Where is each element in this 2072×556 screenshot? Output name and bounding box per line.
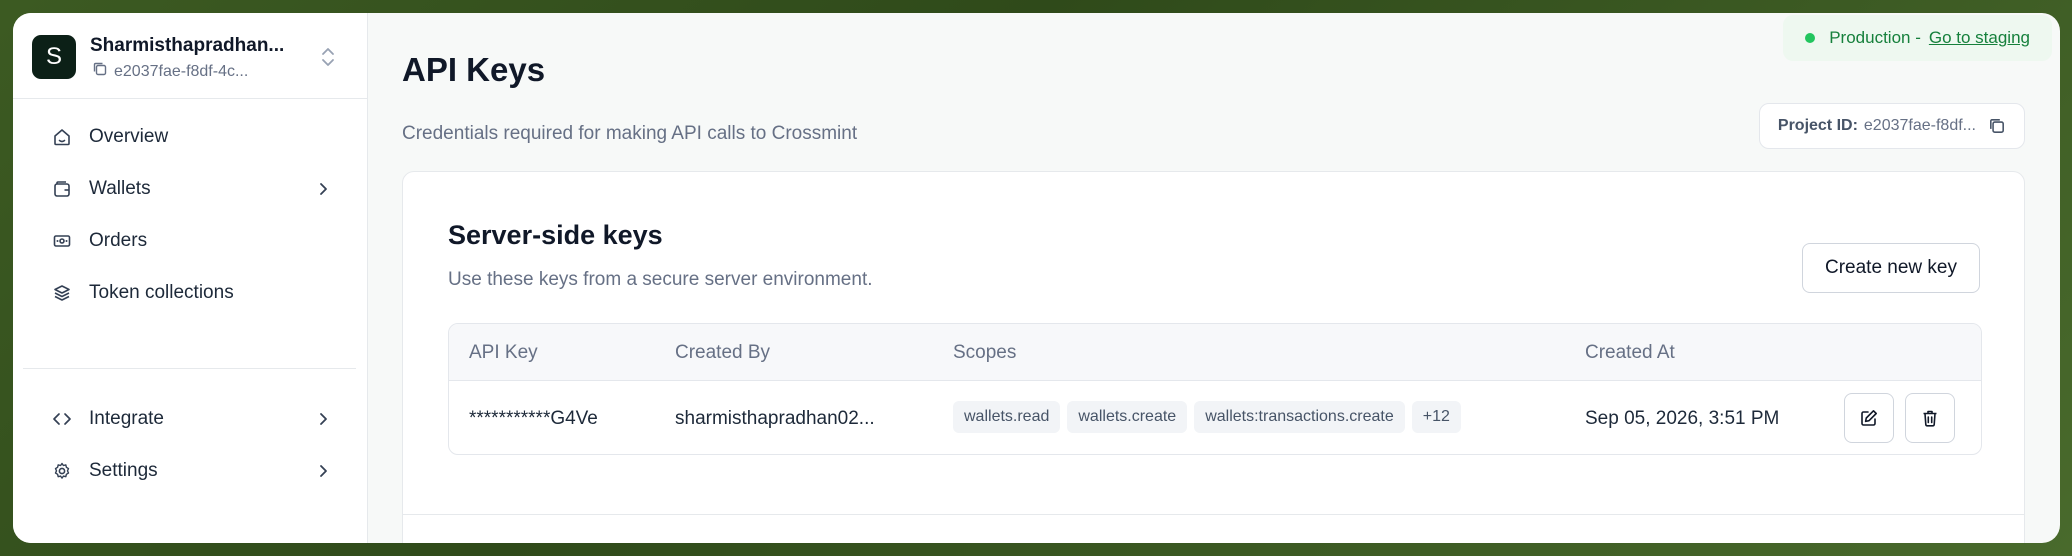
layers-icon [51,282,73,304]
main-content: Production - Go to staging API Keys Cred… [369,13,2060,543]
project-switcher[interactable]: S Sharmisthapradhan... e2037fae-f8df-4c.… [13,13,368,99]
project-id-chip: Project ID: e2037fae-f8df... [1758,103,2025,149]
edit-icon [1859,408,1879,428]
sidebar-divider [23,368,356,369]
sidebar-item-label: Wallets [89,178,151,199]
column-header-created-at: Created At [1585,342,1675,363]
sidebar-item-label: Settings [89,460,158,481]
chevron-right-icon [313,461,333,481]
column-header-created-by: Created By [675,342,771,363]
environment-banner: Production - Go to staging [1783,15,2052,61]
sidebar-item-orders[interactable]: Orders [27,215,357,267]
create-new-key-button[interactable]: Create new key [1801,243,1980,293]
app-window: S Sharmisthapradhan... e2037fae-f8df-4c.… [13,13,2060,543]
project-avatar: S [32,35,76,79]
project-id-row: e2037fae-f8df-4c... [92,61,248,82]
sidebar-item-wallets[interactable]: Wallets [27,163,357,215]
sidebar: S Sharmisthapradhan... e2037fae-f8df-4c.… [13,13,368,543]
sidebar-item-overview[interactable]: Overview [27,111,357,163]
chevron-up-down-icon[interactable] [318,43,338,71]
created-by-value: sharmisthapradhan02... [675,408,875,429]
orders-icon [51,230,73,252]
sidebar-item-label: Integrate [89,408,164,429]
api-keys-table: API Key Created By Scopes Created At ***… [448,323,1982,455]
home-icon [51,126,73,148]
copy-icon[interactable] [1988,117,2006,135]
scope-badge: wallets:transactions.create [1194,401,1405,433]
sidebar-item-token-collections[interactable]: Token collections [27,267,357,319]
gear-icon [51,460,73,482]
sidebar-item-label: Orders [89,230,148,251]
scope-badge: wallets.read [953,401,1061,433]
project-name: Sharmisthapradhan... [90,35,285,56]
table-row: ***********G4Ve sharmisthapradhan02... w… [449,381,1981,454]
trash-icon [1920,408,1940,428]
sidebar-item-settings[interactable]: Settings [27,445,357,497]
page-subtitle: Credentials required for making API call… [402,123,858,144]
code-icon [51,408,73,430]
card-divider [403,514,2024,515]
page-title: API Keys [402,51,546,88]
section-subtitle: Use these keys from a secure server envi… [448,269,873,290]
primary-nav: Overview Wallets Orders Token collection… [27,111,357,319]
server-keys-card: Server-side keys Use these keys from a s… [402,171,2025,543]
scope-badge: wallets.create [1067,401,1188,433]
sidebar-item-label: Overview [89,126,169,147]
scopes-list: wallets.read wallets.create wallets:tran… [953,401,1461,433]
project-id: e2037fae-f8df-4c... [114,62,249,80]
created-at-value: Sep 05, 2026, 3:51 PM [1585,408,1780,429]
wallet-icon [51,178,73,200]
status-dot [1805,33,1816,43]
sidebar-item-integrate[interactable]: Integrate [27,393,357,445]
column-header-api-key: API Key [469,342,538,363]
go-to-staging-link[interactable]: Go to staging [1929,28,2030,48]
section-title: Server-side keys [448,220,663,250]
chevron-right-icon [313,409,333,429]
sidebar-item-label: Token collections [89,282,234,303]
more-scopes-badge[interactable]: +12 [1411,401,1461,433]
secondary-nav: Integrate Settings [27,393,357,497]
copy-icon[interactable] [92,61,108,82]
api-key-value: ***********G4Ve [469,408,598,429]
chevron-right-icon [313,179,333,199]
delete-key-button[interactable] [1905,393,1955,443]
project-id-value: e2037fae-f8df... [1863,117,1976,134]
environment-label: Production - [1829,28,1921,47]
edit-key-button[interactable] [1844,393,1894,443]
column-header-scopes: Scopes [953,342,1017,363]
table-header: API Key Created By Scopes Created At [449,324,1981,381]
project-id-label: Project ID: [1777,117,1858,134]
